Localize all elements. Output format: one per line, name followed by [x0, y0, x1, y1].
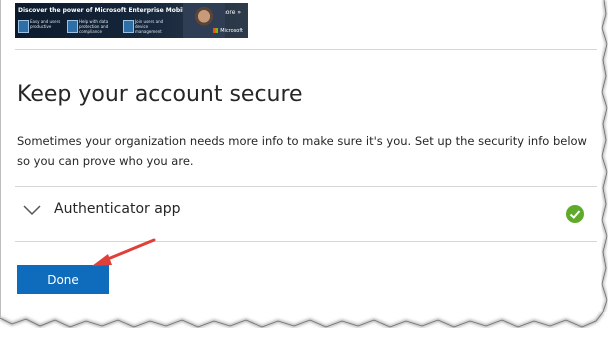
torn-paper-frame — [0, 0, 615, 340]
